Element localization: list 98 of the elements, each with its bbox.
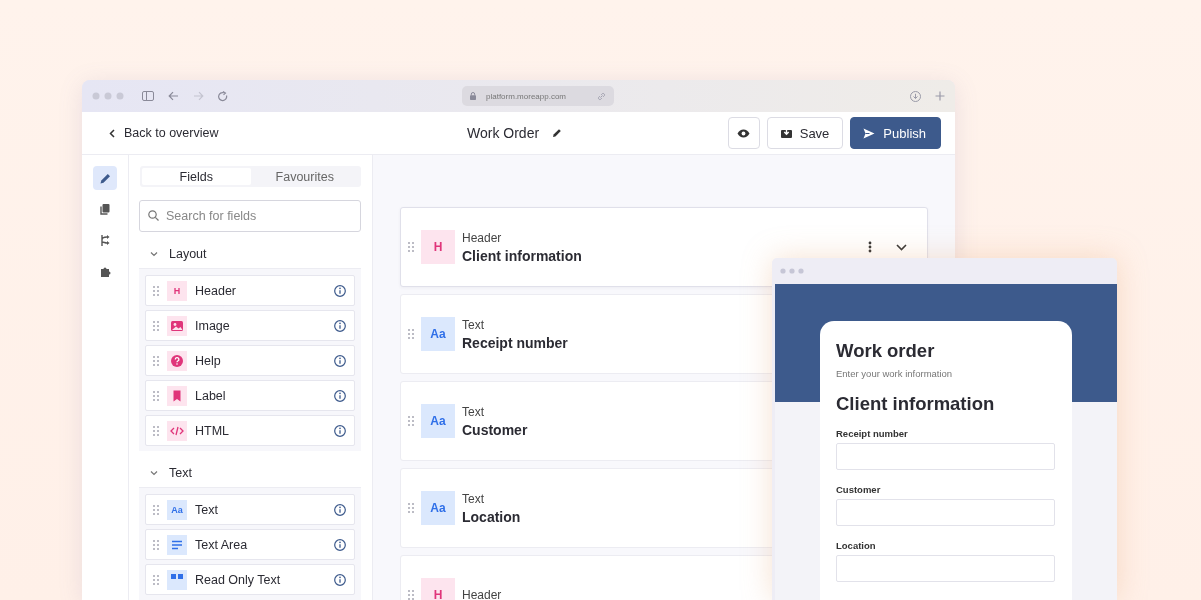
drag-handle-icon[interactable] bbox=[153, 390, 159, 401]
search-field[interactable]: Search for fields bbox=[139, 200, 361, 232]
field-type: Header bbox=[462, 230, 503, 245]
input-field[interactable] bbox=[836, 499, 1055, 526]
field-label: Text bbox=[195, 502, 219, 517]
preview-button[interactable] bbox=[727, 117, 760, 149]
letter-icon: Aa bbox=[421, 317, 455, 351]
input-label: Customer bbox=[836, 484, 882, 495]
field-type: Text bbox=[462, 404, 485, 419]
sidebar-toggle-icon[interactable] bbox=[142, 91, 154, 101]
input-field[interactable] bbox=[836, 555, 1055, 582]
letter-icon: H bbox=[421, 230, 455, 264]
drag-handle-icon[interactable] bbox=[153, 425, 159, 436]
info-icon[interactable] bbox=[334, 503, 346, 516]
help-icon bbox=[167, 350, 187, 371]
download-icon[interactable] bbox=[910, 90, 921, 102]
field-label: Header bbox=[195, 283, 237, 298]
save-icon bbox=[780, 128, 792, 138]
chevron-down-icon bbox=[150, 250, 158, 258]
info-icon[interactable] bbox=[334, 538, 346, 551]
letter-icon: H bbox=[421, 578, 455, 600]
chevron-down-icon bbox=[150, 469, 158, 477]
drag-handle-icon[interactable] bbox=[408, 329, 414, 339]
tab[interactable]: Fields bbox=[142, 168, 251, 185]
drag-handle-icon[interactable] bbox=[408, 416, 414, 426]
forward-arrow-icon[interactable] bbox=[193, 91, 204, 101]
field-label: Read Only Text bbox=[195, 572, 282, 587]
pencil-icon[interactable] bbox=[552, 128, 563, 138]
pencil-icon bbox=[99, 171, 111, 185]
input-field[interactable] bbox=[836, 443, 1055, 470]
save-button[interactable]: Save bbox=[766, 117, 844, 149]
field-type: Text bbox=[462, 317, 485, 332]
letter-icon: Aa bbox=[167, 499, 187, 520]
bookmark-icon bbox=[167, 385, 187, 406]
field-name: Location bbox=[462, 508, 521, 525]
field-item[interactable]: HTML bbox=[145, 415, 355, 446]
field-item[interactable]: Image bbox=[145, 310, 355, 341]
field-item[interactable]: H Header bbox=[145, 275, 355, 306]
info-icon[interactable] bbox=[334, 389, 346, 402]
drag-handle-icon[interactable] bbox=[153, 320, 159, 331]
info-icon[interactable] bbox=[334, 284, 346, 297]
chevron-left-icon bbox=[109, 128, 115, 138]
chevron-down-icon[interactable] bbox=[896, 243, 907, 251]
field-type: Header bbox=[462, 588, 502, 600]
info-icon[interactable] bbox=[334, 354, 346, 367]
branch-icon bbox=[99, 233, 111, 247]
field-label: Label bbox=[195, 388, 227, 403]
drag-handle-icon[interactable] bbox=[408, 242, 414, 252]
field-label: Help bbox=[195, 353, 222, 368]
field-type: Text bbox=[462, 491, 485, 506]
field-name: Receipt number bbox=[462, 334, 568, 351]
letter-icon: H bbox=[167, 280, 187, 301]
drag-handle-icon[interactable] bbox=[408, 590, 414, 600]
drag-handle-icon[interactable] bbox=[153, 574, 159, 585]
form-field-card[interactable]: H Header Client information bbox=[400, 207, 928, 287]
drag-handle-icon[interactable] bbox=[153, 504, 159, 515]
copy-icon bbox=[99, 202, 111, 216]
send-icon bbox=[863, 127, 876, 139]
reload-icon[interactable] bbox=[218, 90, 228, 102]
back-link[interactable]: Back to overview bbox=[109, 126, 219, 140]
field-item[interactable]: Aa Text bbox=[145, 494, 355, 525]
field-name: Customer bbox=[462, 421, 528, 438]
tab[interactable]: Favourites bbox=[250, 168, 359, 185]
publish-button[interactable]: Publish bbox=[850, 117, 941, 149]
eye-icon bbox=[737, 128, 751, 138]
lock-icon bbox=[470, 92, 476, 100]
code-icon bbox=[167, 420, 187, 441]
drag-handle-icon[interactable] bbox=[153, 355, 159, 366]
input-label: Receipt number bbox=[836, 428, 909, 439]
lines-icon bbox=[167, 534, 187, 555]
back-arrow-icon[interactable] bbox=[168, 91, 179, 101]
field-label: Image bbox=[195, 318, 231, 333]
grid-icon bbox=[167, 569, 187, 590]
input-label: Location bbox=[836, 540, 877, 551]
field-item[interactable]: Text Area bbox=[145, 529, 355, 560]
info-icon[interactable] bbox=[334, 573, 346, 586]
new-tab-icon[interactable] bbox=[935, 91, 945, 101]
field-label: HTML bbox=[195, 423, 231, 438]
field-label: Text Area bbox=[195, 537, 249, 552]
field-name: Client information bbox=[462, 247, 582, 264]
form-title: Work Order bbox=[467, 125, 540, 141]
more-options-icon[interactable] bbox=[868, 241, 872, 253]
field-item[interactable]: Help bbox=[145, 345, 355, 376]
drag-handle-icon[interactable] bbox=[153, 285, 159, 296]
info-icon[interactable] bbox=[334, 424, 346, 437]
field-item[interactable]: Label bbox=[145, 380, 355, 411]
field-item[interactable]: Read Only Text bbox=[145, 564, 355, 595]
search-icon bbox=[148, 210, 159, 221]
url-text: platform.moreapp.com bbox=[486, 91, 568, 101]
letter-icon: Aa bbox=[421, 491, 455, 525]
drag-handle-icon[interactable] bbox=[153, 539, 159, 550]
sidebar-tab[interactable] bbox=[93, 166, 117, 190]
drag-handle-icon[interactable] bbox=[408, 503, 414, 513]
link-icon bbox=[597, 91, 606, 101]
window-controls-icon bbox=[780, 268, 804, 274]
letter-icon: Aa bbox=[421, 404, 455, 438]
image-icon bbox=[167, 315, 187, 336]
info-icon[interactable] bbox=[334, 319, 346, 332]
